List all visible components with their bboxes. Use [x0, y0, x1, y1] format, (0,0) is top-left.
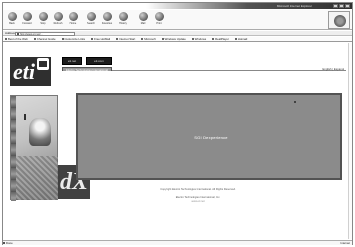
favorites-button[interactable]: Favorites — [101, 12, 113, 28]
footer-copyright: Copyright Electro Technologies Internati… — [160, 188, 236, 191]
window-controls — [333, 4, 350, 8]
history-label: History — [119, 22, 127, 25]
nav-button-eti-com[interactable]: eti.com — [86, 57, 112, 65]
refresh-icon — [53, 12, 63, 21]
print-button[interactable]: Print — [153, 12, 165, 28]
history-icon — [118, 12, 128, 21]
page-content: eti eti.net eti.com Electro Technologies… — [3, 43, 352, 239]
footer-company: Electro Technologies International, Inc. — [175, 196, 221, 199]
stop-label: Stop — [40, 22, 46, 25]
feature-panel[interactable]: SGI Dexperience — [76, 93, 342, 180]
status-bar: Done Internet — [3, 240, 352, 245]
maximize-icon[interactable] — [339, 4, 344, 8]
mail-label: Mail — [140, 22, 146, 25]
back-arrow-icon — [7, 12, 17, 21]
side-pattern — [16, 156, 58, 200]
mail-button[interactable]: Mail — [137, 12, 149, 28]
link-item[interactable]: Customize Links — [61, 37, 85, 41]
home-button[interactable]: Home — [67, 12, 79, 28]
print-label: Print — [156, 22, 162, 25]
search-button[interactable]: Search — [85, 12, 97, 28]
minimize-icon[interactable] — [333, 4, 338, 8]
close-icon[interactable] — [345, 4, 350, 8]
links-bar: Best of the Web Channel Guide Customize … — [3, 37, 352, 42]
link-item[interactable]: Internet Start — [116, 37, 135, 41]
refresh-button[interactable]: Refresh — [52, 12, 64, 28]
nav-button-eti-net[interactable]: eti.net — [62, 57, 82, 65]
back-button[interactable]: Back — [6, 12, 18, 28]
search-icon — [86, 12, 96, 21]
logo-mark-icon — [37, 58, 49, 70]
side-accent — [24, 114, 26, 120]
home-label: Home — [69, 22, 77, 25]
panel-dot — [294, 101, 296, 103]
window-title: Microsoft Internet Explorer — [276, 4, 312, 8]
footer-link[interactable]: www.eti.net — [123, 200, 273, 203]
stop-icon — [38, 12, 48, 21]
forward-button[interactable]: Forward — [21, 12, 33, 28]
person-image — [29, 118, 51, 146]
language-links[interactable]: English | Espanol — [322, 67, 344, 71]
home-icon — [68, 12, 78, 21]
history-button[interactable]: History — [117, 12, 129, 28]
browser-window: Microsoft Internet Explorer Back Forward… — [2, 2, 353, 245]
link-item[interactable]: Free HotMail — [91, 37, 110, 41]
search-label: Search — [87, 22, 95, 25]
address-bar: Address http://www.eti.net/... — [3, 31, 352, 36]
link-item[interactable]: Windows — [191, 37, 206, 41]
favorites-label: Favorites — [101, 22, 113, 25]
links-list: Best of the Web Channel Guide Customize … — [3, 37, 352, 41]
title-bar: Microsoft Internet Explorer — [3, 3, 352, 9]
favorites-icon — [102, 12, 112, 21]
print-icon — [154, 12, 164, 21]
side-image — [10, 95, 58, 201]
zone-indicator: Internet — [340, 241, 351, 245]
link-item[interactable]: RealPlayer — [212, 37, 229, 41]
site-logo-text: eti — [13, 59, 35, 84]
link-item[interactable]: Microsoft — [141, 37, 156, 41]
back-label: Back — [9, 22, 15, 25]
site-tab[interactable]: Electro Technologies International — [62, 67, 112, 72]
stop-button[interactable]: Stop — [37, 12, 49, 28]
address-input[interactable]: http://www.eti.net/... — [15, 31, 75, 36]
link-item[interactable]: Channel Guide — [33, 37, 56, 41]
status-text: Done — [6, 241, 13, 245]
browser-logo-icon — [328, 11, 350, 29]
vertical-scrollbar[interactable] — [348, 43, 352, 239]
link-item[interactable]: Best of the Web — [5, 37, 28, 41]
link-item[interactable]: Windows Update — [161, 37, 186, 41]
refresh-label: Refresh — [53, 22, 63, 25]
site-tab-row: Electro Technologies International Engli… — [62, 67, 346, 72]
forward-arrow-icon — [22, 12, 32, 21]
mail-icon — [138, 12, 148, 21]
feature-panel-label: SGI Dexperience — [194, 135, 228, 140]
status-icon — [3, 242, 5, 244]
forward-label: Forward — [22, 22, 32, 25]
link-item[interactable]: Hotmail — [234, 37, 247, 41]
toolbar: Back Forward Stop Refresh Home Search Fa… — [3, 10, 352, 30]
